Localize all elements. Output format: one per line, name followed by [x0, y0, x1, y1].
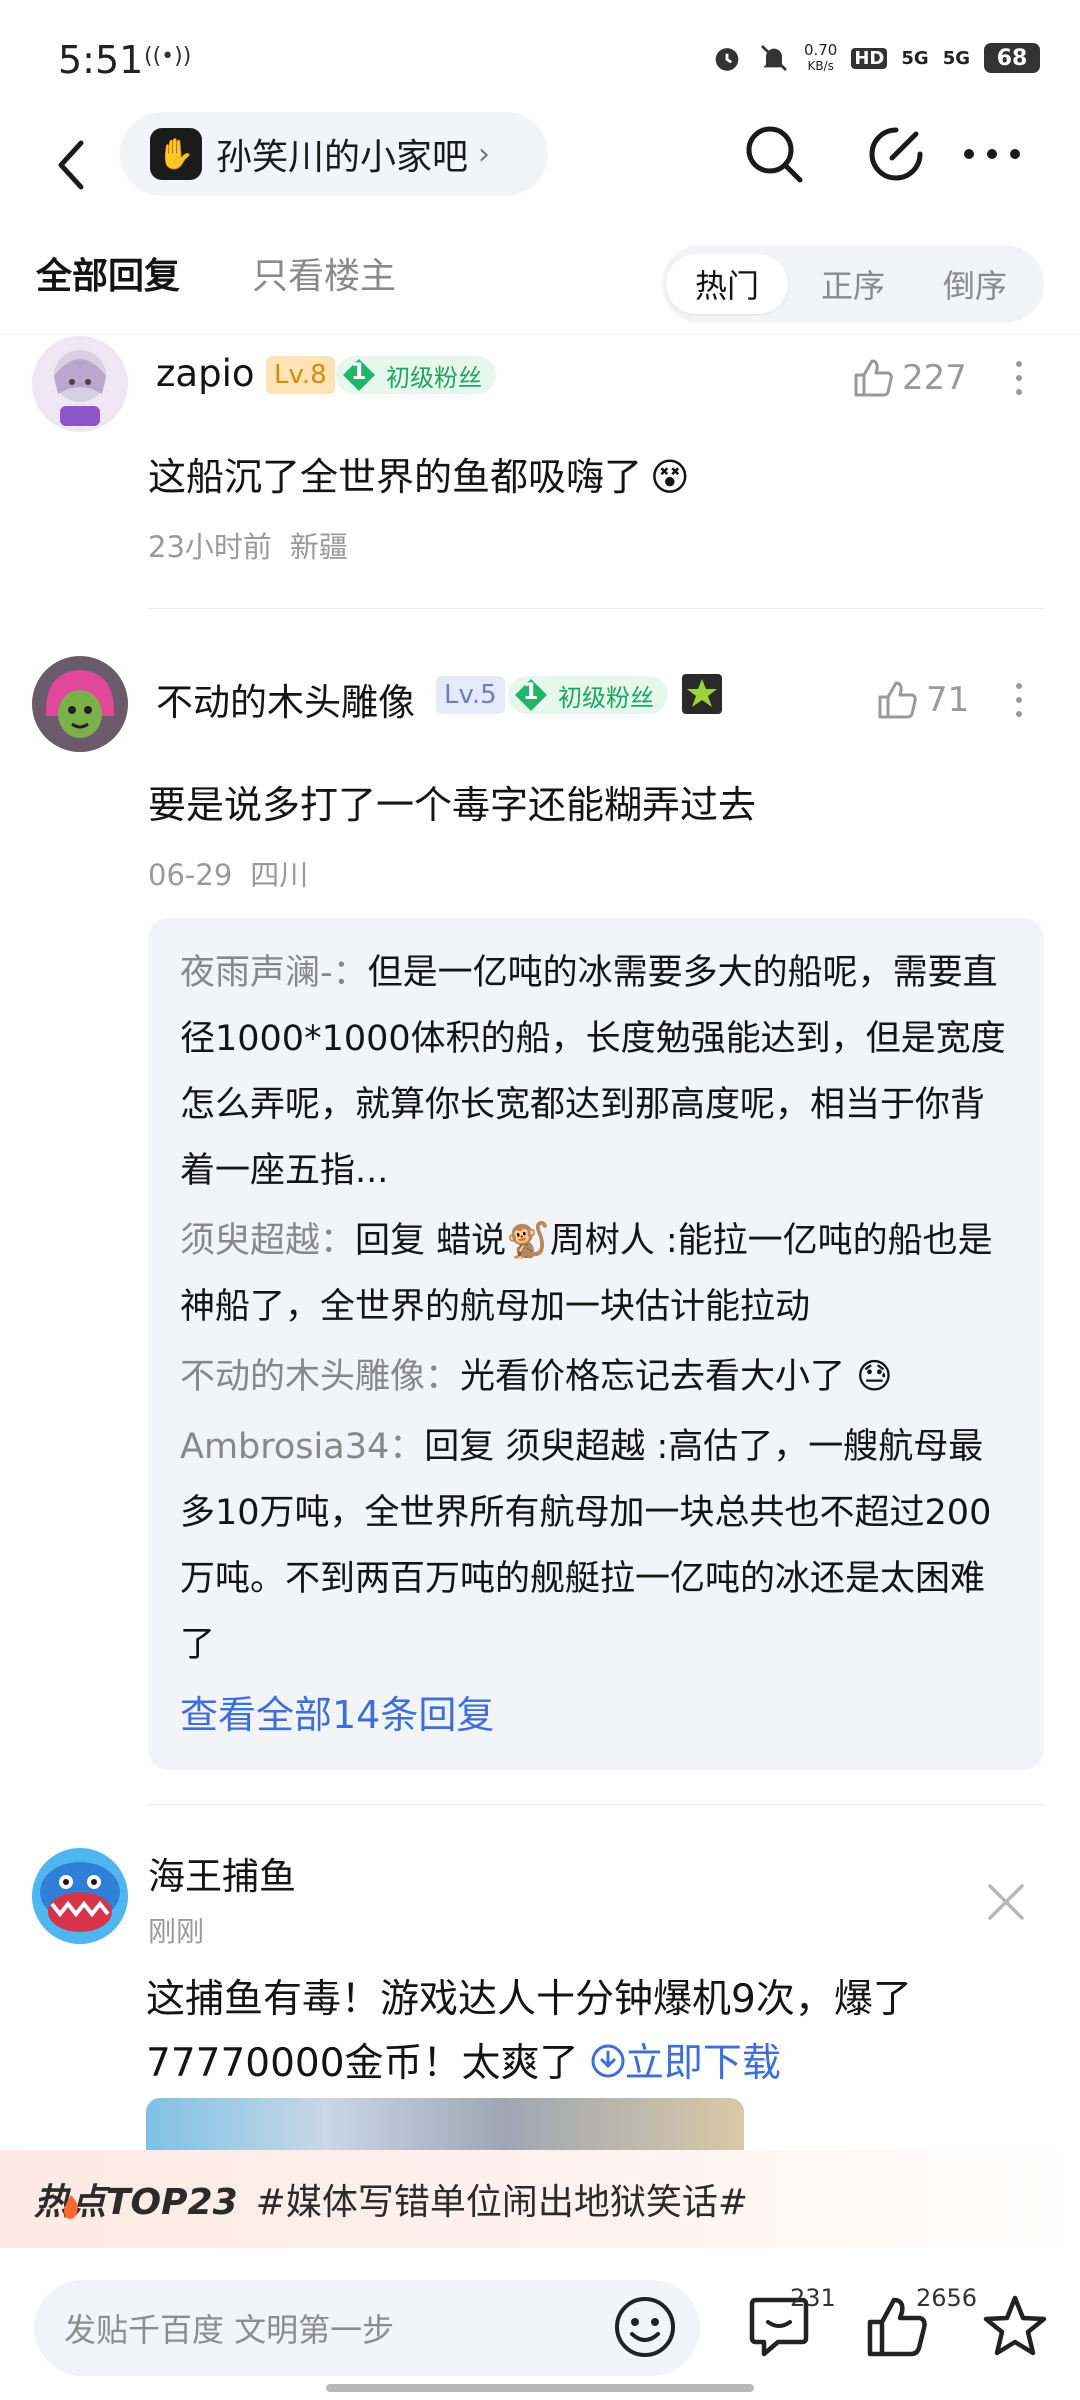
alarm-icon [715, 48, 739, 71]
reply-author[interactable]: 夜雨声澜-： [180, 953, 368, 993]
comment-text: 要是说多打了一个毒字还能糊弄过去 [148, 783, 757, 827]
hot-topic-text: #媒体写错单位闹出地狱笑话# [255, 2182, 748, 2223]
user-avatar[interactable] [32, 656, 128, 752]
chevron-right-icon: › [478, 136, 491, 172]
status-time: 5:51 [58, 38, 144, 82]
sub-reply[interactable]: 须臾超越：回复 蜡说🐒周树人 :能拉一亿吨的船也是神船了，全世界的航母加一块估计… [180, 1208, 1012, 1340]
reply-text: 光看价格忘记去看大小了 😓 [460, 1357, 893, 1397]
reply-author[interactable]: 须臾超越： [180, 1221, 355, 1261]
ad-avatar[interactable] [32, 1848, 128, 1944]
edit-post-button[interactable] [856, 114, 936, 194]
reply-author[interactable]: Ambrosia34： [180, 1427, 424, 1467]
sort-ascending[interactable]: 正序 [798, 254, 908, 314]
tab-op-only[interactable]: 只看楼主 [252, 247, 396, 299]
download-link[interactable]: 立即下载 [591, 2041, 781, 2086]
status-icons: 0.70 KB/s HD 5G 5G 68 [710, 38, 1040, 78]
user-avatar[interactable] [32, 336, 128, 432]
dizzy-emoji-icon: 😵 [650, 455, 690, 499]
back-arrow-icon [58, 140, 84, 190]
see-all-replies-link[interactable]: 查看全部14条回复 [180, 1682, 1012, 1748]
sub-reply[interactable]: 夜雨声澜-：但是一亿吨的冰需要多大的船呢，需要直径1000*1000体积的船，长… [180, 940, 1012, 1204]
reply-filter-bar: 全部回复 只看楼主 热门 正序 倒序 [0, 235, 1080, 335]
like-count: 227 [902, 358, 967, 398]
ad-text: 这捕鱼有毒！游戏达人十分钟爆机9次，爆了77770000金币！太爽了 立即下载 [146, 1977, 912, 2086]
thumbs-up-icon [854, 359, 893, 397]
reply-author[interactable]: 不动的木头雕像： [180, 1357, 460, 1397]
mute-bell-icon [761, 45, 787, 71]
sub-replies-box: 夜雨声澜-：但是一亿吨的冰需要多大的船呢，需要直径1000*1000体积的船，长… [148, 918, 1044, 1770]
status-bar: 5:51 ((•)) 0.70 KB/s HD 5G 5G 68 [0, 0, 1080, 110]
more-menu-button[interactable] [952, 114, 1032, 194]
comment-time: 06-29 [148, 858, 233, 892]
reply-input[interactable]: 发贴千百度 文明第一步 [34, 2280, 700, 2376]
back-button[interactable] [40, 130, 100, 200]
avatar-image [32, 656, 128, 752]
net-speed: 0.70 KB/s [803, 41, 838, 73]
sort-descending[interactable]: 倒序 [920, 254, 1030, 314]
divider [148, 1804, 1044, 1805]
forum-link[interactable]: ✋ 孙笑川的小家吧 › [120, 112, 548, 196]
sort-switch: 热门 正序 倒序 [662, 245, 1044, 323]
comment-meta: 06-29 四川 [148, 852, 326, 894]
comment-text: 这船沉了全世界的鱼都吸嗨了 😵 [148, 455, 690, 499]
comment-more-button[interactable] [1004, 670, 1034, 730]
close-icon[interactable] [984, 1880, 1028, 1924]
forum-name: 孙笑川的小家吧 [216, 137, 469, 178]
like-count: 71 [926, 680, 970, 720]
home-indicator[interactable] [326, 2384, 754, 2392]
comment-more-button[interactable] [1004, 348, 1034, 408]
sort-hot[interactable]: 热门 [666, 254, 788, 314]
more-horizontal-icon [964, 149, 1020, 159]
medal-icon [682, 674, 722, 714]
like-button[interactable]: 71 [876, 670, 969, 730]
avatar-image [32, 336, 128, 432]
fan-badge: 1 初级粉丝 [336, 356, 496, 394]
thumbs-up-icon [878, 681, 917, 719]
hd-indicator: HD [851, 47, 888, 69]
level-badge: Lv.8 [266, 356, 335, 394]
comment-meta: 23小时前 新疆 [148, 524, 366, 566]
search-icon [746, 126, 803, 183]
like-count: 2656 [916, 2284, 978, 2312]
comment-location: 新疆 [289, 530, 348, 564]
fan-badge: 1 初级粉丝 [508, 676, 668, 714]
hot-topic-bar[interactable]: 热点TOP23 #媒体写错单位闹出地狱笑话# [0, 2150, 1080, 2248]
divider [148, 608, 1044, 609]
tab-all-replies[interactable]: 全部回复 [36, 247, 180, 299]
comment-count: 231 [790, 2284, 836, 2312]
comment-location: 四川 [250, 858, 309, 892]
sub-reply[interactable]: 不动的木头雕像：光看价格忘记去看大小了 😓 [180, 1344, 1012, 1410]
sub-reply[interactable]: Ambrosia34：回复 须臾超越 :高估了，一艘航母最多10万吨，全世界所有… [180, 1414, 1012, 1678]
battery-indicator: 68 [984, 43, 1040, 73]
comment-time: 23小时前 [148, 530, 272, 564]
bottom-action-bar: 发贴千百度 文明第一步 231 2656 [0, 2248, 1080, 2400]
signal-5g-1: 5G [901, 47, 929, 69]
username[interactable]: 不动的木头雕像 [156, 672, 415, 726]
search-button[interactable] [734, 114, 814, 194]
wireless-icon: ((•)) [144, 44, 192, 69]
username[interactable]: zapio [156, 352, 255, 395]
download-icon [591, 2044, 625, 2078]
level-badge: Lv.5 [436, 676, 505, 714]
ad-name[interactable]: 海王捕鱼 [148, 1846, 296, 1900]
forum-avatar: ✋ [150, 128, 202, 180]
signal-5g-2: 5G [942, 47, 970, 69]
fire-icon [64, 2195, 78, 2219]
edit-icon [869, 127, 923, 181]
nav-bar: ✋ 孙笑川的小家吧 › [0, 110, 1080, 230]
emoji-icon[interactable] [612, 2294, 678, 2360]
star-icon[interactable] [980, 2292, 1050, 2362]
ad-time: 刚刚 [148, 1915, 205, 1948]
like-button[interactable]: 227 [852, 348, 967, 408]
shark-avatar-image [32, 1848, 128, 1944]
